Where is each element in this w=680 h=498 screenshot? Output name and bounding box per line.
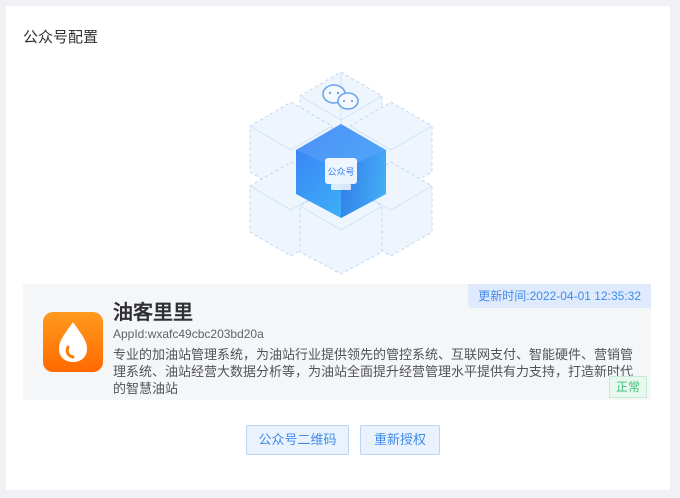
qr-code-button[interactable]: 公众号二维码 [246, 425, 349, 455]
app-description: 专业的加油站管理系统，为油站行业提供领先的管控系统、互联网支付、智能硬件、营销管… [113, 347, 634, 396]
hero-illustration: 公众号 [236, 66, 446, 276]
config-panel: 公众号配置 公众号 更新时间:2022-04-01 12:35:32 油客里里 … [6, 6, 670, 490]
hero-center-label: 公众号 [327, 167, 355, 177]
app-logo [43, 312, 103, 372]
update-time-badge: 更新时间:2022-04-01 12:35:32 [468, 284, 651, 308]
app-id: AppId:wxafc49cbc203bd20a [113, 327, 264, 341]
app-card: 更新时间:2022-04-01 12:35:32 油客里里 AppId:wxaf… [23, 284, 651, 400]
reauthorize-button[interactable]: 重新授权 [360, 425, 440, 455]
drop-icon [59, 322, 87, 362]
page-title: 公众号配置 [23, 29, 99, 46]
app-name: 油客里里 [113, 302, 193, 324]
status-badge: 正常 [608, 376, 647, 398]
